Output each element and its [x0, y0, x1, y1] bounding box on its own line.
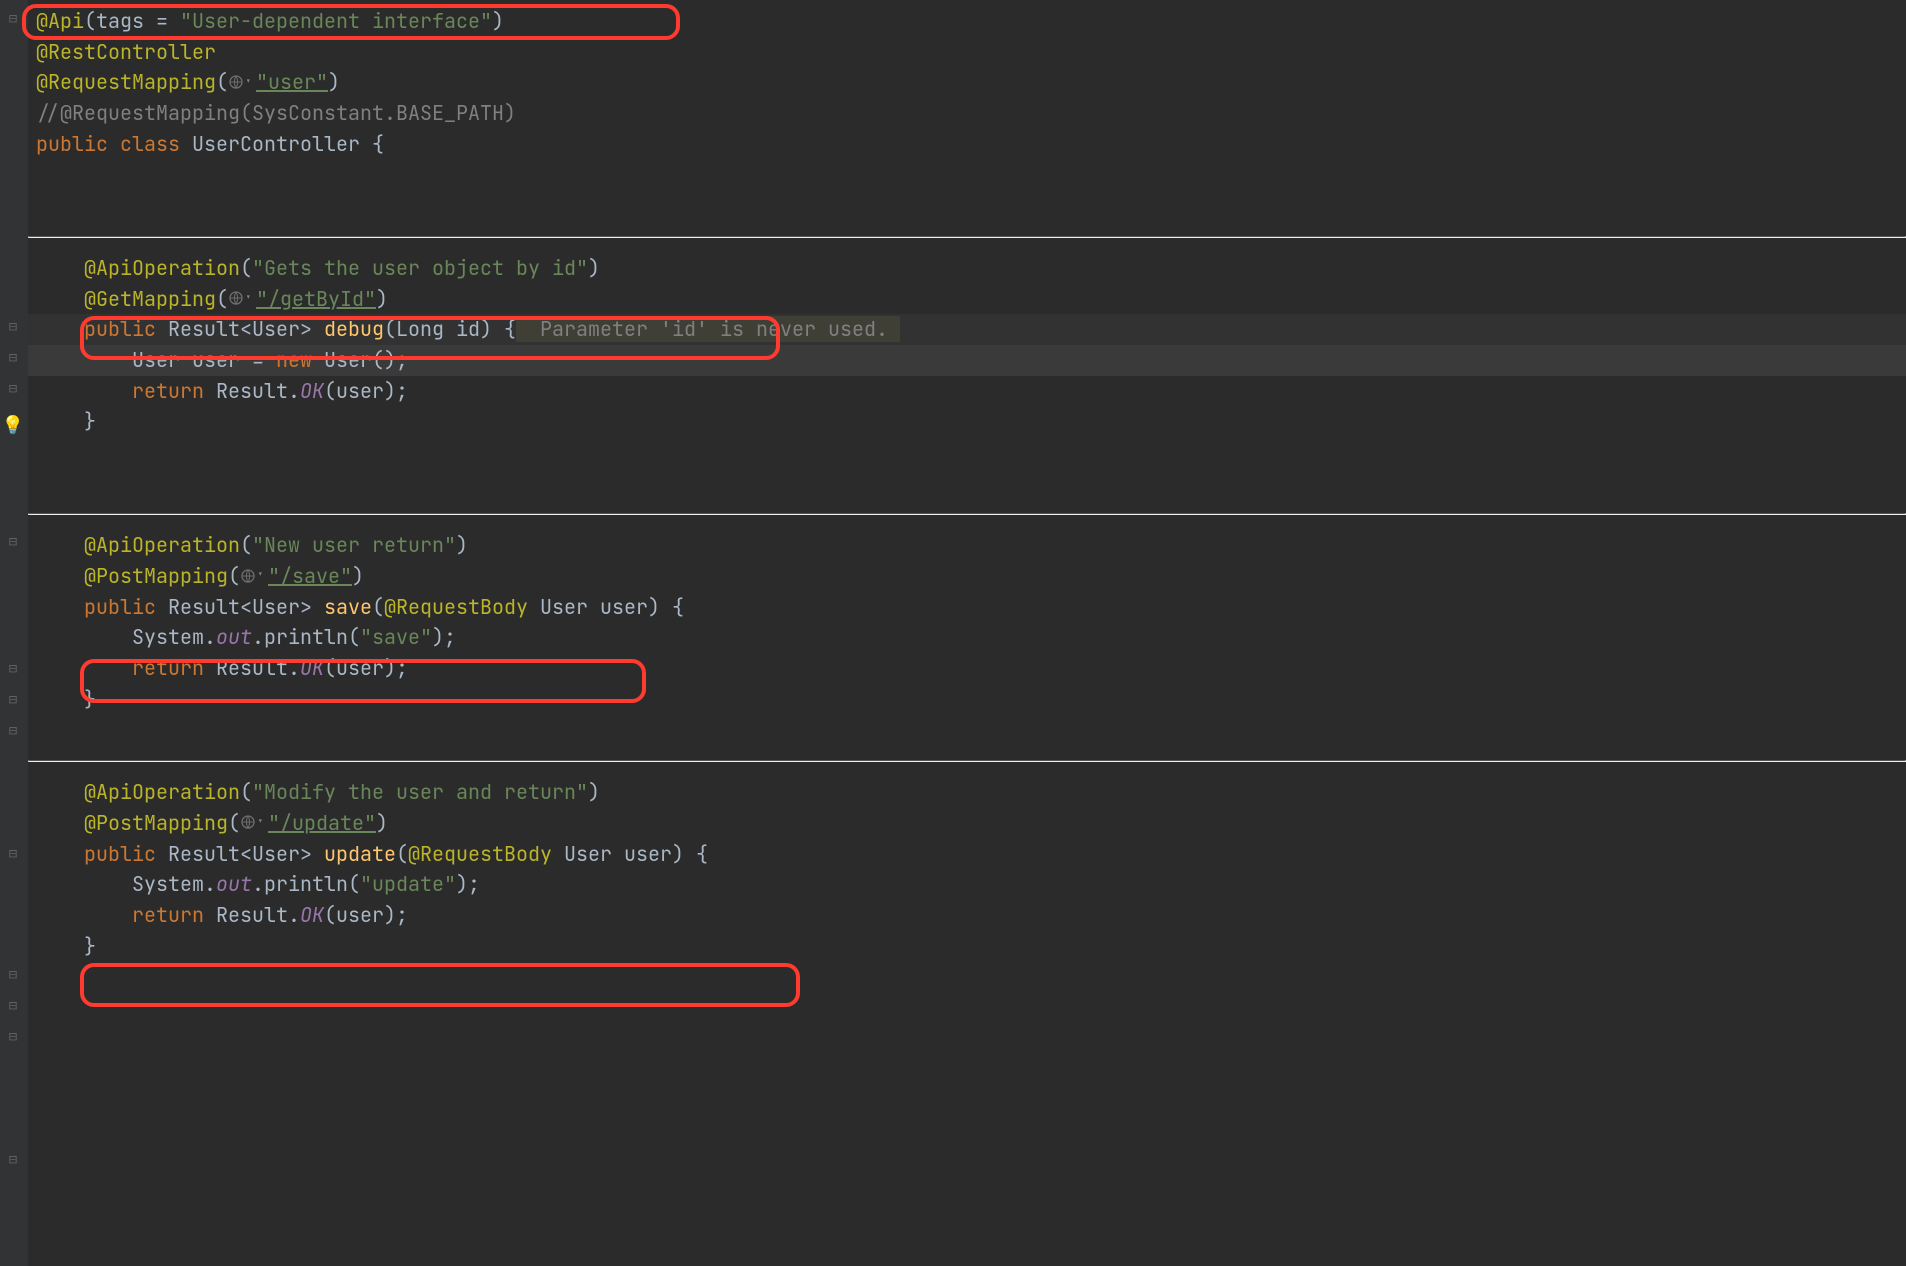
url-icon[interactable]: ▾ [228, 289, 256, 307]
inspection-warning[interactable]: Parameter 'id' is never used. [516, 316, 900, 342]
blank-line[interactable] [28, 745, 1906, 760]
code-area[interactable]: @Api(tags = "User-dependent interface") … [28, 0, 1906, 1266]
code-line[interactable]: System.out.println("save"); [28, 622, 1906, 653]
blank-line[interactable] [28, 238, 1906, 253]
code-line[interactable]: @GetMapping(▾"/getById") [28, 284, 1906, 315]
url-icon[interactable]: ▾ [228, 73, 256, 91]
blank-line[interactable] [28, 437, 1906, 468]
code-line[interactable]: public Result<User> save(@RequestBody Us… [28, 592, 1906, 623]
code-line[interactable]: } [28, 684, 1906, 715]
fold-marker-icon[interactable]: ⊟ [4, 10, 22, 28]
fold-marker-icon[interactable]: ⊟ [4, 722, 22, 740]
code-line[interactable]: @ApiOperation("Modify the user and retur… [28, 777, 1906, 808]
code-line[interactable]: @RequestMapping(▾"user") [28, 67, 1906, 98]
fold-marker-icon[interactable]: ⊟ [4, 845, 22, 863]
fold-marker-icon[interactable]: ⊟ [4, 966, 22, 984]
code-line[interactable]: @RestController [28, 37, 1906, 68]
code-line[interactable]: public Result<User> update(@RequestBody … [28, 839, 1906, 870]
url-icon[interactable]: ▾ [240, 567, 268, 585]
code-line[interactable]: System.out.println("update"); [28, 869, 1906, 900]
code-line[interactable]: return Result.OK(user); [28, 376, 1906, 407]
code-line[interactable]: return Result.OK(user); [28, 900, 1906, 931]
code-line[interactable]: } [28, 406, 1906, 437]
blank-line[interactable] [28, 190, 1906, 221]
blank-line[interactable] [28, 221, 1906, 236]
code-line[interactable]: return Result.OK(user); [28, 653, 1906, 684]
blank-line[interactable] [28, 515, 1906, 530]
fold-marker-icon[interactable]: ⊟ [4, 533, 22, 551]
code-line[interactable]: public Result<User> debug(Long id) { Par… [28, 314, 1906, 345]
fold-marker-icon[interactable]: ⊟ [4, 318, 22, 336]
lightbulb-icon[interactable]: 💡 [4, 416, 22, 434]
fold-marker-icon[interactable]: ⊟ [4, 380, 22, 398]
code-line[interactable]: @PostMapping(▾"/save") [28, 561, 1906, 592]
blank-line[interactable] [28, 468, 1906, 499]
code-line[interactable]: @ApiOperation("New user return") [28, 530, 1906, 561]
gutter: ⊟ ⊟ ⊟ ⊟ 💡 ⊟ ⊟ ⊟ ⊟ ⊟ ⊟ ⊟ ⊟ ⊟ [0, 0, 28, 1266]
highlight-box [80, 963, 800, 1007]
blank-line[interactable] [28, 159, 1906, 190]
code-line[interactable]: } [28, 931, 1906, 962]
blank-line[interactable] [28, 714, 1906, 745]
fold-marker-icon[interactable]: ⊟ [4, 691, 22, 709]
fold-marker-icon[interactable]: ⊟ [4, 997, 22, 1015]
blank-line[interactable] [28, 762, 1906, 777]
fold-marker-icon[interactable]: ⊟ [4, 660, 22, 678]
code-line-current[interactable]: User user = new User(); [28, 345, 1906, 376]
fold-marker-icon[interactable]: ⊟ [4, 1151, 22, 1169]
code-line[interactable]: public class UserController { [28, 129, 1906, 160]
code-line[interactable]: @ApiOperation("Gets the user object by i… [28, 253, 1906, 284]
code-line[interactable]: @Api(tags = "User-dependent interface") [28, 6, 1906, 37]
code-editor[interactable]: ⊟ ⊟ ⊟ ⊟ 💡 ⊟ ⊟ ⊟ ⊟ ⊟ ⊟ ⊟ ⊟ ⊟ @Api(tags = … [0, 0, 1906, 1266]
code-line[interactable]: @PostMapping(▾"/update") [28, 808, 1906, 839]
fold-marker-icon[interactable]: ⊟ [4, 1028, 22, 1046]
blank-line[interactable] [28, 498, 1906, 513]
fold-marker-icon[interactable]: ⊟ [4, 349, 22, 367]
url-icon[interactable]: ▾ [240, 813, 268, 831]
code-line[interactable]: //@RequestMapping(SysConstant.BASE_PATH) [28, 98, 1906, 129]
